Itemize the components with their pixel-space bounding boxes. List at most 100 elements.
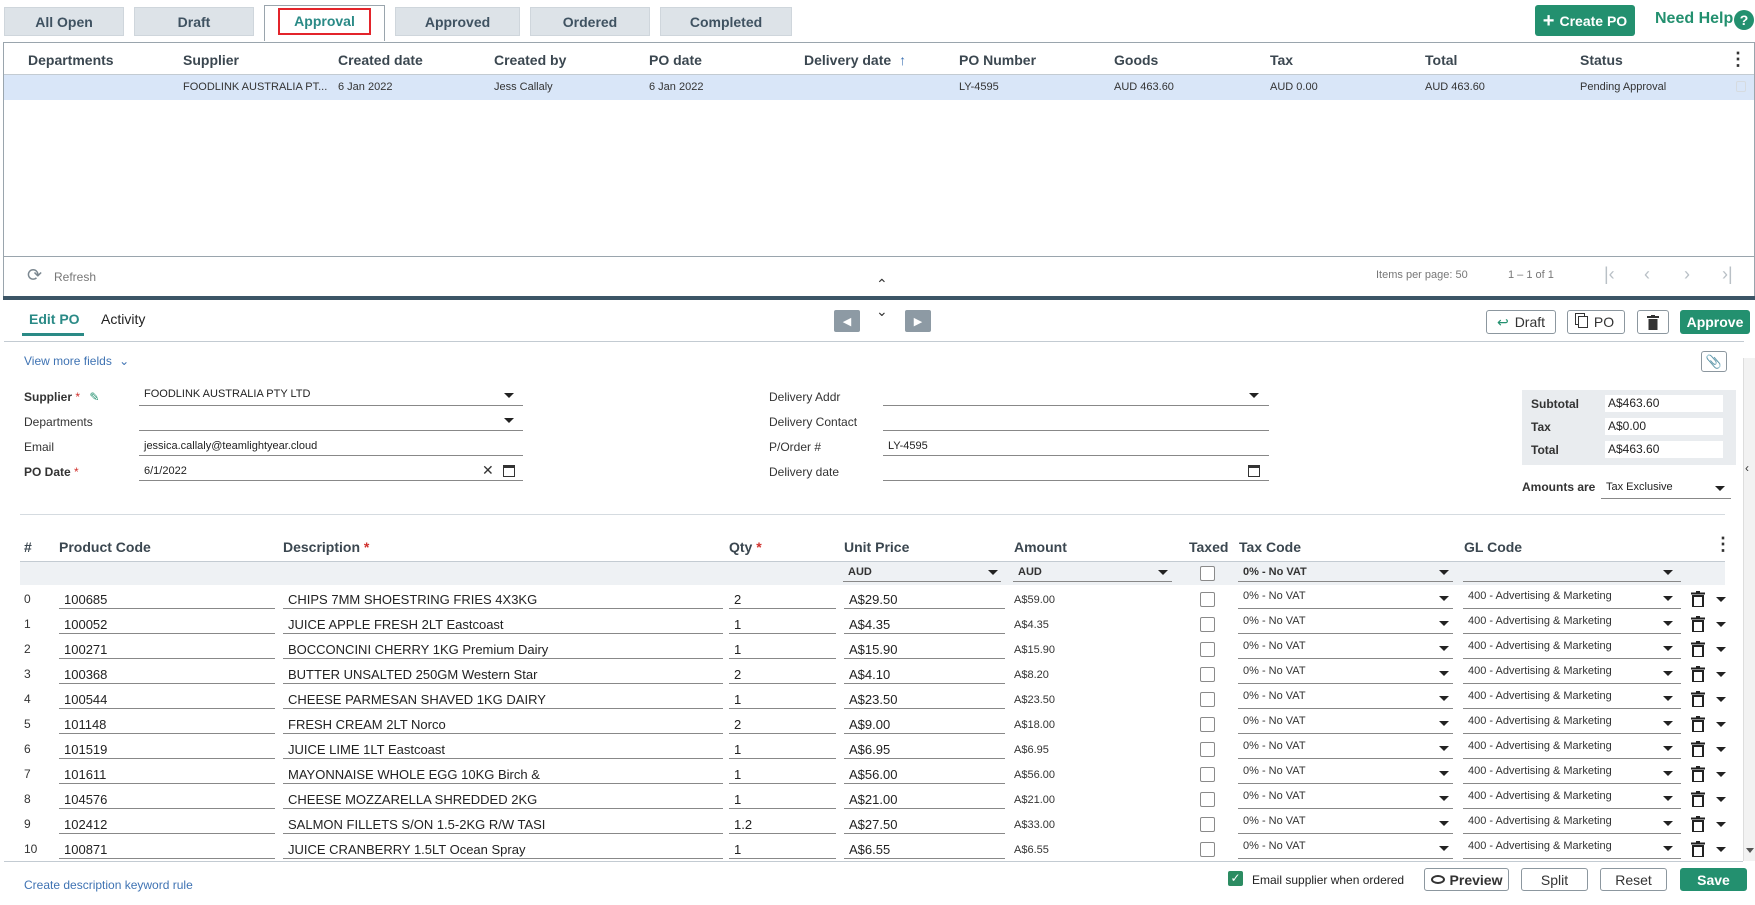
attachment-icon[interactable]: 📎 (1701, 351, 1727, 372)
last-page-icon[interactable]: ›| (1722, 264, 1733, 285)
view-more-fields[interactable]: View more fields ⌄ (24, 354, 129, 368)
unit-price-field[interactable]: A$15.90 (849, 642, 897, 657)
qty-field[interactable]: 1 (734, 792, 741, 807)
qty-field[interactable]: 1 (734, 692, 741, 707)
gl-code-dropdown-icon[interactable] (1663, 621, 1673, 626)
unit-price-field[interactable]: A$21.00 (849, 792, 897, 807)
col-taxed[interactable]: Taxed (1189, 539, 1228, 555)
col-tax[interactable]: Tax (1270, 52, 1293, 68)
tax-code-select[interactable]: 0% - No VAT (1243, 790, 1306, 802)
tax-code-dropdown-icon[interactable] (1439, 746, 1449, 751)
col-po-date[interactable]: PO date (649, 52, 702, 68)
draft-button[interactable]: ↩ Draft (1486, 310, 1556, 334)
panel-divider[interactable] (3, 296, 1755, 300)
description-field[interactable]: JUICE CRANBERRY 1.5LT Ocean Spray (288, 842, 525, 857)
qty-field[interactable]: 1 (734, 842, 741, 857)
col-goods[interactable]: Goods (1114, 52, 1158, 68)
tax-code-dropdown-icon[interactable] (1439, 821, 1449, 826)
taxed-checkbox[interactable] (1200, 842, 1215, 857)
taxed-checkbox[interactable] (1200, 742, 1215, 757)
row-menu-chevron-icon[interactable] (1716, 772, 1726, 777)
product-code-field[interactable]: 100271 (64, 642, 107, 657)
col-unit-price[interactable]: Unit Price (844, 539, 909, 555)
tab-approval[interactable]: Approval (264, 5, 385, 41)
qty-field[interactable]: 1.2 (734, 817, 752, 832)
chevron-up-icon[interactable]: ⌃ (876, 277, 888, 291)
qty-field[interactable]: 1 (734, 742, 741, 757)
product-code-field[interactable]: 100052 (64, 617, 107, 632)
scroll-left-icon[interactable]: ‹ (1745, 461, 1749, 475)
unit-price-currency-dropdown-icon[interactable] (988, 570, 998, 575)
tab-approved[interactable]: Approved (395, 7, 520, 36)
tax-code-select[interactable]: 0% - No VAT (1243, 740, 1306, 752)
trash-icon[interactable] (1691, 666, 1705, 683)
tax-code-select[interactable]: 0% - No VAT (1243, 665, 1306, 677)
tax-code-select[interactable]: 0% - No VAT (1243, 840, 1306, 852)
product-code-field[interactable]: 100544 (64, 692, 107, 707)
tax-code-select[interactable]: 0% - No VAT (1243, 765, 1306, 777)
description-field[interactable]: JUICE APPLE FRESH 2LT Eastcoast (288, 617, 504, 632)
trash-icon[interactable] (1691, 591, 1705, 608)
unit-price-field[interactable]: A$56.00 (849, 767, 897, 782)
refresh-label[interactable]: Refresh (54, 270, 96, 284)
refresh-icon[interactable]: ⟳ (27, 266, 42, 284)
tax-code-filter-dropdown-icon[interactable] (1439, 570, 1449, 575)
trash-icon[interactable] (1691, 741, 1705, 758)
email-supplier-checkbox[interactable]: ✓ (1228, 871, 1243, 886)
gl-code-dropdown-icon[interactable] (1663, 721, 1673, 726)
qty-field[interactable]: 2 (734, 667, 741, 682)
tax-code-dropdown-icon[interactable] (1439, 796, 1449, 801)
gl-code-dropdown-icon[interactable] (1663, 646, 1673, 651)
tab-completed[interactable]: Completed (660, 7, 792, 36)
taxed-all-checkbox[interactable] (1200, 566, 1215, 581)
gl-code-select[interactable]: 400 - Advertising & Marketing (1468, 690, 1612, 702)
gl-code-select[interactable]: 400 - Advertising & Marketing (1468, 640, 1612, 652)
description-field[interactable]: CHIPS 7MM SHOESTRING FRIES 4X3KG (288, 592, 537, 607)
tab-all-open[interactable]: All Open (4, 7, 124, 36)
email-field[interactable]: jessica.callaly@teamlightyear.cloud (144, 440, 317, 452)
gl-code-select[interactable]: 400 - Advertising & Marketing (1468, 615, 1612, 627)
col-delivery-date[interactable]: Delivery date ↑ (804, 52, 906, 68)
col-created-date[interactable]: Created date (338, 52, 423, 68)
taxed-checkbox[interactable] (1200, 767, 1215, 782)
create-keyword-rule-link[interactable]: Create description keyword rule (24, 878, 193, 892)
row-menu-chevron-icon[interactable] (1716, 822, 1726, 827)
trash-icon[interactable] (1691, 691, 1705, 708)
unit-price-field[interactable]: A$9.00 (849, 717, 890, 732)
unit-price-field[interactable]: A$6.55 (849, 842, 890, 857)
qty-field[interactable]: 1 (734, 767, 741, 782)
gl-code-dropdown-icon[interactable] (1663, 796, 1673, 801)
description-field[interactable]: CHEESE PARMESAN SHAVED 1KG DAIRY (288, 692, 546, 707)
gl-code-select[interactable]: 400 - Advertising & Marketing (1468, 815, 1612, 827)
scroll-down-icon[interactable] (1746, 848, 1754, 853)
col-amount[interactable]: Amount (1014, 539, 1067, 555)
prev-page-icon[interactable]: ‹ (1644, 264, 1650, 285)
delete-po-button[interactable] (1637, 310, 1669, 334)
unit-price-field[interactable]: A$4.10 (849, 667, 890, 682)
gl-code-dropdown-icon[interactable] (1663, 671, 1673, 676)
unit-price-field[interactable]: A$29.50 (849, 592, 897, 607)
row-menu-chevron-icon[interactable] (1716, 697, 1726, 702)
pencil-icon[interactable]: ✎ (89, 390, 99, 404)
gl-code-select[interactable]: 400 - Advertising & Marketing (1468, 590, 1612, 602)
trash-icon[interactable] (1691, 766, 1705, 783)
taxed-checkbox[interactable] (1200, 592, 1215, 607)
unit-price-field[interactable]: A$23.50 (849, 692, 897, 707)
gl-code-dropdown-icon[interactable] (1663, 821, 1673, 826)
chevron-down-icon[interactable]: ⌄ (876, 304, 888, 318)
tab-ordered[interactable]: Ordered (530, 7, 650, 36)
col-gl-code[interactable]: GL Code (1464, 539, 1522, 555)
amount-currency-dropdown-icon[interactable] (1158, 570, 1168, 575)
save-button[interactable]: Save (1680, 868, 1747, 891)
gl-code-select[interactable]: 400 - Advertising & Marketing (1468, 840, 1612, 852)
row-menu-chevron-icon[interactable] (1716, 847, 1726, 852)
help-icon[interactable]: ? (1734, 10, 1754, 30)
supplier-dropdown-icon[interactable] (504, 393, 514, 398)
taxed-checkbox[interactable] (1200, 642, 1215, 657)
col-description[interactable]: Description * (283, 539, 369, 555)
gl-code-select[interactable]: 400 - Advertising & Marketing (1468, 765, 1612, 777)
product-code-field[interactable]: 101519 (64, 742, 107, 757)
departments-dropdown-icon[interactable] (504, 418, 514, 423)
tax-code-dropdown-icon[interactable] (1439, 846, 1449, 851)
tax-code-dropdown-icon[interactable] (1439, 671, 1449, 676)
